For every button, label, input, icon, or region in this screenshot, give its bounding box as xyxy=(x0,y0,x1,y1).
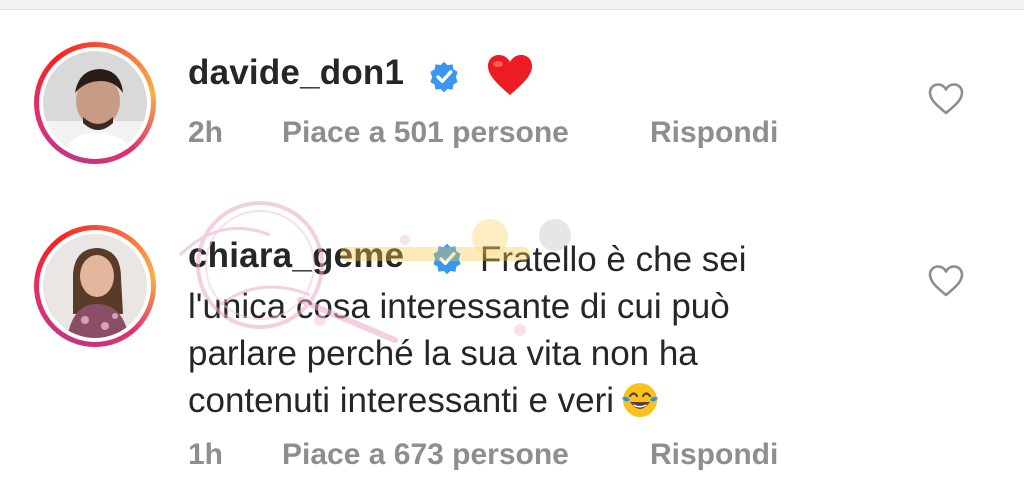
top-divider xyxy=(0,0,1024,10)
comment-item: chiara_geme Fratello è che sei l'unica c… xyxy=(0,222,1024,479)
comment-time: 1h xyxy=(188,438,224,471)
reply-button[interactable]: Rispondi xyxy=(650,438,778,472)
comment-username[interactable]: davide_don1 xyxy=(188,53,404,93)
likes-count[interactable]: Piace a 501 persone xyxy=(282,116,650,150)
avatar-photo xyxy=(43,51,147,155)
comment-time: 2h xyxy=(188,116,224,149)
likes-count[interactable]: Piace a 673 persone xyxy=(282,438,650,472)
avatar[interactable] xyxy=(34,42,156,164)
comment-item: davide_don1 2h Piace a 501 persone Rispond… xyxy=(0,40,1024,180)
comment-meta: 2h Piace a 501 persone Rispondi xyxy=(188,116,778,150)
avatar-photo xyxy=(43,234,147,338)
like-heart-icon[interactable] xyxy=(928,82,964,116)
verified-badge-icon xyxy=(430,61,458,93)
face-with-tears-of-joy-emoji-icon xyxy=(622,383,659,417)
avatar[interactable] xyxy=(34,225,156,347)
comment-meta: 1h Piace a 673 persone Rispondi xyxy=(188,438,778,472)
reply-button[interactable]: Rispondi xyxy=(650,116,778,150)
red-heart-emoji-icon xyxy=(488,55,532,95)
comment-text: Fratello è che sei l'unica cosa interess… xyxy=(188,236,828,424)
comment-body: Fratello è che sei l'unica cosa interess… xyxy=(188,240,747,420)
like-heart-icon[interactable] xyxy=(928,264,964,298)
